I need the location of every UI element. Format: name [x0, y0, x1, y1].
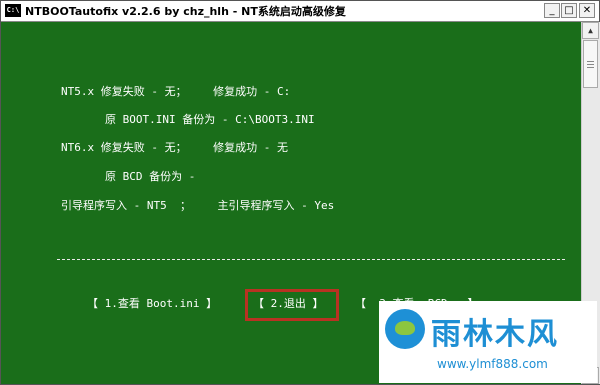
watermark: 雨林木风 www.ylmf888.com	[379, 301, 597, 383]
dashed-divider	[57, 259, 565, 260]
minimize-button[interactable]: _	[544, 3, 560, 18]
window-title: NTBOOTautofix v2.2.6 by chz_hlh - NT系统启动…	[25, 5, 346, 18]
console-line-bootloader-write: 引导程序写入 - NT5 ； 主引导程序写入 - Yes	[61, 199, 335, 212]
view-bootini-option[interactable]: 【 1.查看 Boot.ini 】	[87, 295, 217, 311]
close-button[interactable]: ✕	[579, 3, 595, 18]
leaf-shape	[395, 321, 415, 335]
console-line-nt6-status: NT6.x 修复失败 - 无； 修复成功 - 无	[61, 141, 288, 154]
console-window: C:\ NTBOOTautofix v2.2.6 by chz_hlh - NT…	[0, 0, 600, 385]
console-line-bcd-backup: 原 BCD 备份为 -	[105, 170, 196, 183]
exit-option-highlight	[245, 289, 339, 321]
chevron-up-icon[interactable]: ▲	[582, 22, 599, 39]
console-app-icon[interactable]: C:\	[5, 4, 21, 17]
grip-line	[587, 61, 594, 62]
scrollbar-thumb[interactable]	[583, 40, 598, 88]
maximize-button[interactable]: □	[561, 3, 577, 18]
watermark-title: 雨林木风	[431, 317, 559, 352]
console-line-bootini-backup: 原 BOOT.INI 备份为 - C:\BOOT3.INI	[105, 113, 315, 126]
watermark-url: www.ylmf888.com	[437, 357, 548, 371]
rain-forest-logo-icon	[385, 309, 425, 349]
title-bar[interactable]: C:\ NTBOOTautofix v2.2.6 by chz_hlh - NT…	[1, 1, 599, 22]
grip-line	[587, 64, 594, 65]
grip-line	[587, 67, 594, 68]
console-line-nt5-status: NT5.x 修复失败 - 无； 修复成功 - C:	[61, 85, 291, 98]
